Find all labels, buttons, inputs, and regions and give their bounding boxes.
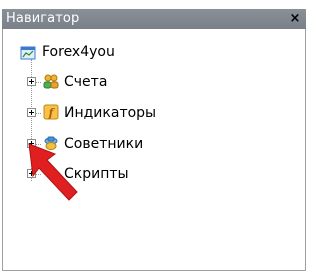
indicators-icon: f: [43, 104, 59, 120]
tree-root-label: Forex4you: [42, 44, 115, 60]
tree-root[interactable]: Forex4you: [20, 43, 170, 63]
expand-toggle[interactable]: [27, 77, 36, 86]
tree-item-indicators[interactable]: f Индикаторы: [27, 104, 207, 124]
accounts-icon: [43, 74, 59, 89]
tree-item-accounts[interactable]: Счета: [27, 73, 187, 93]
navigator-title: Навигатор: [6, 11, 80, 26]
close-button[interactable]: ×: [288, 11, 302, 26]
navigator-titlebar[interactable]: Навигатор ×: [2, 9, 306, 29]
navigator-panel: Навигатор × Forex4you Счета f Индикаторы…: [0, 0, 309, 276]
red-arrow-icon: [28, 143, 78, 201]
terminal-icon: [20, 46, 36, 60]
tree-item-label: Индикаторы: [64, 105, 157, 121]
expand-toggle[interactable]: [27, 108, 36, 117]
tree-item-label: Счета: [64, 74, 108, 90]
